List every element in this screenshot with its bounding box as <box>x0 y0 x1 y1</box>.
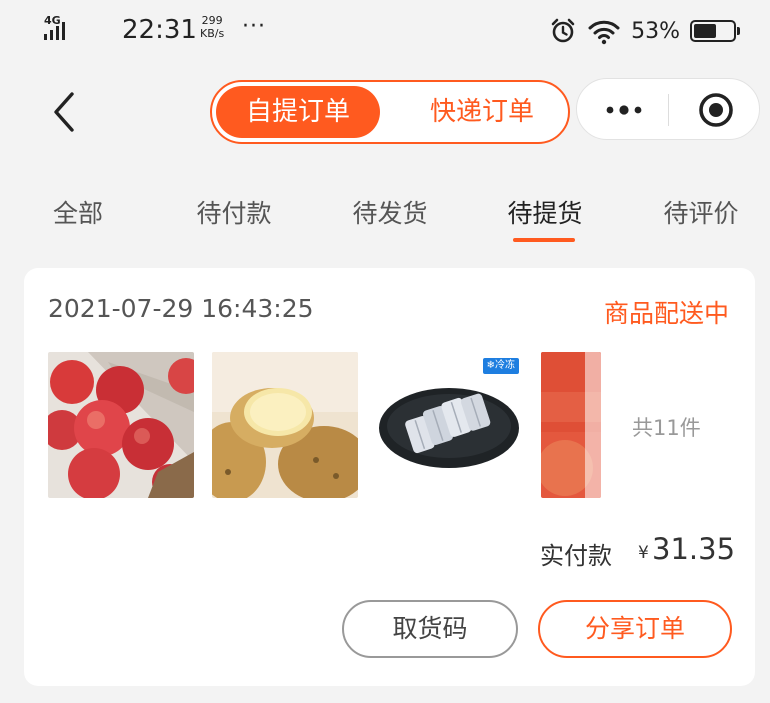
tab-pending-shipment[interactable]: 待发货 <box>330 194 450 230</box>
status-bar: 4G 22:31 299 KB/s ··· 53% <box>0 0 770 64</box>
product-image-tomato[interactable] <box>541 352 601 498</box>
paid-label: 实付款 <box>540 542 612 570</box>
battery-percent: 53% <box>631 18 680 44</box>
share-order-button[interactable]: 分享订单 <box>538 600 732 658</box>
product-image-potato[interactable] <box>212 352 358 498</box>
product-image-frozen-fish[interactable]: ❄冷冻 <box>377 352 523 498</box>
active-tab-indicator <box>513 238 575 242</box>
currency-symbol: ¥ <box>638 543 649 563</box>
more-menu-button[interactable] <box>599 91 649 129</box>
close-miniprogram-button[interactable] <box>697 91 735 129</box>
clock: 22:31 <box>122 15 197 45</box>
product-image-apple[interactable] <box>48 352 194 498</box>
miniprogram-capsule <box>576 78 760 140</box>
wifi-icon <box>588 20 620 45</box>
signal-icon: 4G <box>44 14 74 44</box>
back-button[interactable] <box>44 88 84 136</box>
order-datetime: 2021-07-29 16:43:25 <box>48 294 314 323</box>
network-speed: 299 KB/s <box>200 14 225 40</box>
target-circle-icon <box>699 93 733 127</box>
tomato-image <box>541 352 601 498</box>
segment-delivery-orders[interactable]: 快递订单 <box>402 86 562 138</box>
more-dots-icon <box>606 105 642 115</box>
order-status-tabs: 全部 待付款 待发货 待提货 待评价 <box>0 186 770 246</box>
alarm-icon <box>551 18 575 43</box>
paid-amount: 31.35 <box>652 532 736 566</box>
tab-all[interactable]: 全部 <box>18 194 138 230</box>
apple-image <box>48 352 194 498</box>
signal-secondary-icon <box>80 14 110 44</box>
battery-icon <box>690 20 740 42</box>
tab-pending-review[interactable]: 待评价 <box>641 194 761 230</box>
chevron-left-icon <box>54 92 74 132</box>
frozen-badge: ❄冷冻 <box>482 358 519 374</box>
item-count: 共11件 <box>632 416 701 440</box>
order-status: 商品配送中 <box>603 299 729 328</box>
tab-pending-payment[interactable]: 待付款 <box>174 194 294 230</box>
status-more-dots: ··· <box>242 14 266 39</box>
pickup-code-button[interactable]: 取货码 <box>342 600 518 658</box>
tab-pending-pickup[interactable]: 待提货 <box>485 194 605 230</box>
capsule-divider <box>668 94 669 126</box>
segment-pickup-orders[interactable]: 自提订单 <box>216 86 380 138</box>
potato-image <box>212 352 358 498</box>
order-card[interactable]: 2021-07-29 16:43:25 商品配送中 ❄冷冻 共11件 实付款 ¥… <box>24 268 755 686</box>
order-type-switch: 自提订单 快递订单 <box>210 80 570 144</box>
